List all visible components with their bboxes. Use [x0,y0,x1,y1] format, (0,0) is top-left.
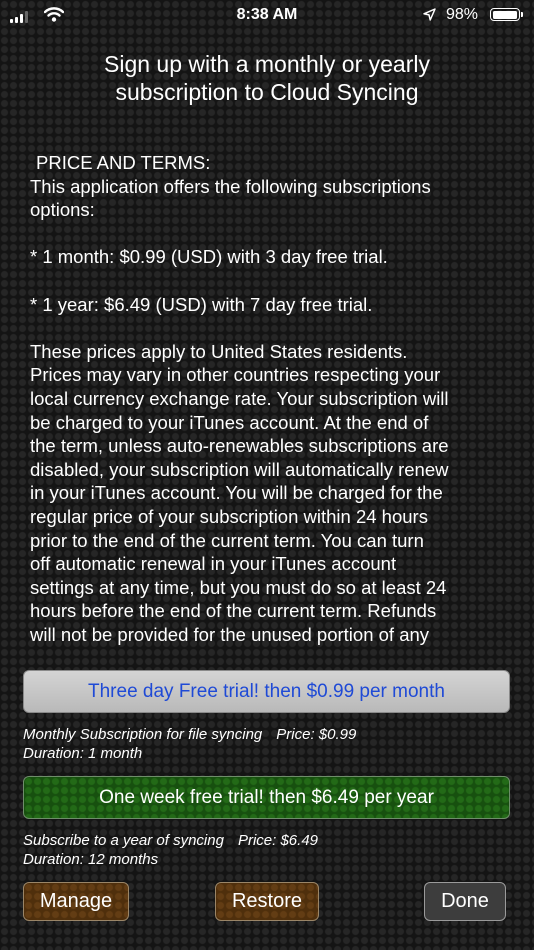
restore-button[interactable]: Restore [215,882,319,921]
terms-body-line: Prices may vary in other countries respe… [30,364,441,386]
battery-percent: 98% [446,6,479,23]
monthly-trial-button[interactable]: Three day Free trial! then $0.99 per mon… [23,670,510,713]
terms-body-line: be charged to your iTunes account. At th… [30,411,429,433]
page-title: Sign up with a monthly or yearly subscri… [20,50,514,106]
terms-option-year: * 1 year: $6.49 (USD) with 7 day free tr… [30,293,373,315]
monthly-duration: Duration: 1 month [23,745,143,762]
terms-body-line: regular price of your subscription withi… [30,505,428,527]
monthly-subscription-info: Monthly Subscription for file syncing Pri… [23,725,356,763]
terms-body-line: will not be provided for the unused port… [30,623,430,645]
terms-text: PRICE AND TERMS: This application offers… [30,151,510,646]
status-bar: 8:38 AM 98% [0,0,534,30]
monthly-price: Price: $0.99 [276,726,357,743]
terms-body-line: the term, unless auto-renewables subscri… [30,435,449,457]
terms-body-line: off automatic renewal in your iTunes acc… [30,553,397,575]
battery-tip [521,12,523,17]
terms-body-line: in your iTunes account. You will be char… [30,482,443,504]
terms-body-line: These prices apply to United States resi… [30,340,408,362]
yearly-trial-button[interactable]: One week free trial! then $6.49 per year [23,776,510,819]
terms-heading: PRICE AND TERMS: [36,152,211,173]
yearly-price: Price: $6.49 [237,832,318,849]
terms-body-line: hours before the end of the current term… [30,600,437,622]
yearly-duration: Duration: 12 months [23,851,159,868]
title-line: Sign up with a monthly or yearly [104,51,430,77]
monthly-description: Monthly Subscription for file syncing [23,726,263,743]
manage-button[interactable]: Manage [23,882,129,921]
terms-intro: options: [30,199,95,221]
terms-body-line: disabled, your subscription will automat… [30,458,449,480]
terms-body-line: local currency exchange rate. Your subsc… [30,387,449,409]
terms-intro: This application offers the following su… [30,175,431,197]
yearly-subscription-info: Subscribe to a year of syncing Price: $6.… [23,831,318,869]
terms-body-line: prior to the end of the current term. Yo… [30,529,424,551]
location-arrow-icon [423,8,436,21]
title-line: subscription to Cloud Syncing [115,79,419,105]
battery-icon [490,8,520,21]
terms-option-month: * 1 month: $0.99 (USD) with 3 day free t… [30,246,388,268]
yearly-description: Subscribe to a year of syncing [23,832,224,849]
done-button[interactable]: Done [424,882,506,921]
terms-body-line: settings at any time, but you must do so… [30,576,447,598]
